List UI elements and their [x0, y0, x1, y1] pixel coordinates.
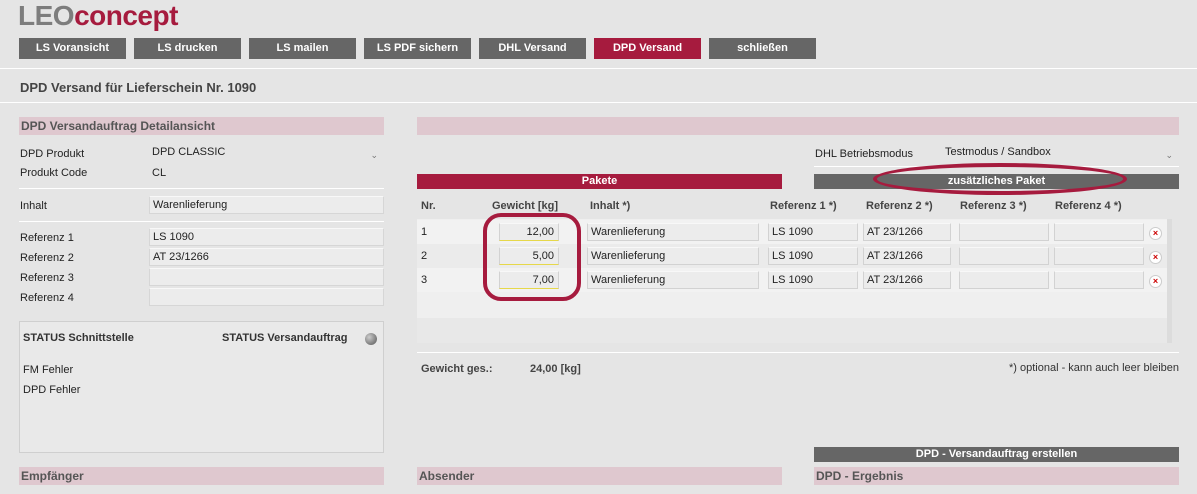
produkt-label: DPD Produkt — [20, 148, 85, 160]
ref3-input[interactable] — [959, 247, 1049, 265]
pakete-header: Pakete — [417, 174, 782, 189]
create-order-button[interactable]: DPD - Versandauftrag erstellen — [814, 447, 1179, 462]
col-ref2: Referenz 2 *) — [866, 200, 933, 212]
inhalt-input[interactable]: Warenlieferung — [587, 223, 759, 241]
ref4-label: Referenz 4 — [20, 292, 74, 304]
chevron-down-icon: ⌄ — [1165, 150, 1173, 160]
gewicht-ges-label: Gewicht ges.: — [421, 363, 493, 375]
ref4-input[interactable] — [1054, 247, 1144, 265]
code-label: Produkt Code — [20, 167, 88, 179]
logo-part-2: concept — [74, 0, 178, 31]
divider — [417, 352, 1179, 353]
ls-mailen-button[interactable]: LS mailen — [249, 38, 356, 59]
col-ref3: Referenz 3 *) — [960, 200, 1027, 212]
produkt-select[interactable]: DPD CLASSIC ⌄ — [149, 143, 384, 161]
app-logo: LEOconcept — [18, 0, 178, 32]
dpd-fehler-label: DPD Fehler — [23, 384, 81, 396]
schliessen-button[interactable]: schließen — [709, 38, 816, 59]
inhalt-input[interactable]: Warenlieferung — [587, 271, 759, 289]
col-inhalt: Inhalt *) — [590, 200, 631, 212]
page-title: DPD Versand für Lieferschein Nr. 1090 — [20, 80, 257, 95]
ref4-input[interactable] — [1054, 223, 1144, 241]
mode-label: DHL Betriebsmodus — [815, 148, 914, 160]
empfaenger-section: Empfänger — [19, 467, 384, 485]
col-ref4: Referenz 4 *) — [1055, 200, 1122, 212]
ref2-input[interactable]: AT 23/1266 — [149, 248, 384, 266]
ref1-input[interactable]: LS 1090 — [768, 271, 858, 289]
ergebnis-section: DPD - Ergebnis — [814, 467, 1179, 485]
ref1-input[interactable]: LS 1090 — [768, 223, 858, 241]
code-value: CL — [152, 167, 167, 179]
produkt-select-value: DPD CLASSIC — [152, 146, 226, 158]
detail-section-title: DPD Versandauftrag Detailansicht — [19, 117, 384, 135]
inhalt-label: Inhalt — [20, 200, 47, 212]
absender-section: Absender — [417, 467, 782, 485]
table-scrollbar[interactable] — [1167, 219, 1172, 343]
col-ref1: Referenz 1 *) — [770, 200, 837, 212]
ref1-input[interactable]: LS 1090 — [149, 228, 384, 246]
divider — [0, 102, 1197, 103]
chevron-down-icon: ⌄ — [370, 150, 378, 160]
highlight-annotation — [873, 163, 1127, 195]
top-toolbar: LS Voransicht LS drucken LS mailen LS PD… — [19, 38, 816, 59]
ls-pdf-sichern-button[interactable]: LS PDF sichern — [364, 38, 471, 59]
ref2-input[interactable]: AT 23/1266 — [863, 271, 951, 289]
gewicht-ges-value: 24,00 [kg] — [530, 363, 581, 375]
ref4-input[interactable] — [1054, 271, 1144, 289]
ref1-input[interactable]: LS 1090 — [768, 247, 858, 265]
table-empty-row — [417, 318, 1167, 343]
mode-select-value: Testmodus / Sandbox — [945, 146, 1051, 158]
divider — [19, 221, 384, 222]
ref2-input[interactable]: AT 23/1266 — [863, 247, 951, 265]
ref3-input[interactable] — [959, 271, 1049, 289]
optional-note: *) optional - kann auch leer bleiben — [1008, 362, 1179, 374]
highlight-annotation — [483, 213, 581, 301]
delete-row-icon[interactable]: × — [1149, 251, 1162, 264]
ref1-label: Referenz 1 — [20, 232, 74, 244]
col-nr: Nr. — [421, 200, 436, 212]
ls-voransicht-button[interactable]: LS Voransicht — [19, 38, 126, 59]
row-nr: 3 — [421, 274, 428, 286]
ref3-input[interactable] — [959, 223, 1049, 241]
dhl-versand-button[interactable]: DHL Versand — [479, 38, 586, 59]
right-section-header — [417, 117, 1179, 135]
status-panel: STATUS Schnittstelle STATUS Versandauftr… — [19, 321, 384, 453]
divider — [19, 188, 384, 189]
dpd-versand-button[interactable]: DPD Versand — [594, 38, 701, 59]
mode-select[interactable]: Testmodus / Sandbox ⌄ — [942, 143, 1179, 161]
ref2-input[interactable]: AT 23/1266 — [863, 223, 951, 241]
status-indicator-icon — [365, 333, 377, 345]
divider — [0, 68, 1197, 69]
row-nr: 2 — [421, 250, 428, 262]
ref4-input[interactable] — [149, 288, 384, 306]
inhalt-input[interactable]: Warenlieferung — [587, 247, 759, 265]
delete-row-icon[interactable]: × — [1149, 275, 1162, 288]
ref3-label: Referenz 3 — [20, 272, 74, 284]
logo-part-1: LEO — [18, 0, 75, 31]
ref2-label: Referenz 2 — [20, 252, 74, 264]
status-versandauftrag-label: STATUS Versandauftrag — [222, 332, 348, 344]
fm-fehler-label: FM Fehler — [23, 364, 74, 376]
row-nr: 1 — [421, 226, 428, 238]
delete-row-icon[interactable]: × — [1149, 227, 1162, 240]
ls-drucken-button[interactable]: LS drucken — [134, 38, 241, 59]
ref3-input[interactable] — [149, 268, 384, 286]
inhalt-input[interactable]: Warenlieferung — [149, 196, 384, 214]
col-gewicht: Gewicht [kg] — [492, 200, 559, 212]
status-schnittstelle-label: STATUS Schnittstelle — [23, 332, 134, 344]
